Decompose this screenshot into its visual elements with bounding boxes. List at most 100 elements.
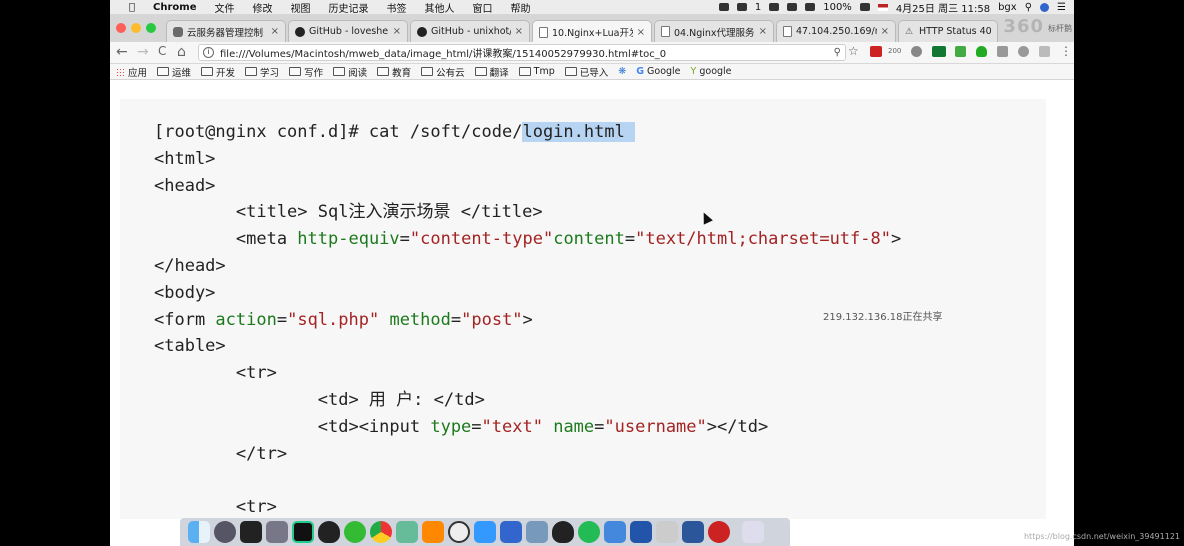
forward-button[interactable]: → [137, 44, 149, 60]
menu-kebab-icon[interactable]: ⋮ [1060, 44, 1072, 58]
url-text[interactable]: file:///Volumes/Macintosh/mweb_data/imag… [220, 45, 666, 60]
wechat-icon[interactable] [344, 521, 366, 543]
bookmark-folder-public-cloud[interactable]: 公有云 [421, 65, 465, 79]
bookmark-folder-study[interactable]: 学习 [245, 65, 279, 79]
tab-ip-address[interactable]: 47.104.250.169/m × [776, 20, 896, 42]
bookmark-folder-imported[interactable]: 已导入 [564, 65, 608, 79]
siri-icon[interactable] [1040, 2, 1050, 12]
chrome-icon[interactable] [370, 521, 392, 543]
gear-icon: ❋ [618, 66, 627, 77]
extension-green-icon[interactable] [955, 46, 966, 57]
tab-cloud-console[interactable]: 云服务器管理控制 × [166, 20, 286, 42]
bookmark-folder-dev[interactable]: 开发 [201, 65, 235, 79]
mail-icon[interactable] [474, 521, 496, 543]
back-button[interactable]: ← [116, 44, 128, 60]
pycharm-icon[interactable] [292, 521, 314, 543]
wechat-icon[interactable] [578, 521, 600, 543]
menu-chrome[interactable]: Chrome [144, 2, 205, 13]
flag-icon[interactable] [877, 3, 888, 11]
blog-watermark: https://blog.csdn.net/weixin_39491121 [1023, 532, 1180, 541]
sublime-icon[interactable] [422, 521, 444, 543]
bookmark-folder-tmp[interactable]: Tmp [518, 66, 555, 77]
home-button[interactable]: ⌂ [177, 44, 186, 60]
menu-file[interactable]: 文件 [205, 0, 243, 15]
word-icon[interactable] [682, 521, 704, 543]
bookmark-gear[interactable]: ❋ [618, 66, 626, 77]
bookmark-folder-writing[interactable]: 写作 [289, 65, 323, 79]
bookmark-folder-ops[interactable]: 运维 [157, 65, 191, 79]
bookmark-google[interactable]: G Google [636, 66, 680, 77]
xcode-icon[interactable] [500, 521, 522, 543]
app-icon[interactable] [656, 521, 678, 543]
terminal-icon[interactable] [240, 521, 262, 543]
app-icon[interactable] [630, 521, 652, 543]
extension-gear-icon[interactable] [1018, 46, 1029, 57]
minimize-window-button[interactable] [131, 23, 141, 33]
menu-window[interactable]: 窗口 [463, 0, 501, 15]
extension-download-icon[interactable] [997, 46, 1008, 57]
red-icon[interactable] [708, 521, 730, 543]
code-line-8: <form action="sql.php" method="post"> [154, 309, 533, 330]
bookmark-folder-education[interactable]: 教育 [377, 65, 411, 79]
tray-cloud-icon[interactable] [769, 3, 780, 11]
menu-people[interactable]: 其他人 [415, 0, 463, 15]
extension-badge[interactable]: 200 [888, 47, 901, 55]
menu-clock[interactable]: 4月25日 周三 11:58 [896, 0, 990, 15]
notification-center-icon[interactable]: ☰ [1057, 2, 1066, 13]
close-window-button[interactable] [116, 23, 126, 33]
launchpad-icon[interactable] [214, 521, 236, 543]
battery-icon[interactable] [859, 3, 870, 11]
bookmark-folder-reading[interactable]: 阅读 [333, 65, 367, 79]
apps-grid-icon [116, 67, 124, 76]
close-tab-icon[interactable]: × [637, 27, 645, 38]
spotlight-icon[interactable]: ⚲ [1025, 2, 1032, 13]
cloud-icon [173, 26, 183, 37]
app-icon[interactable] [604, 521, 626, 543]
tab-nginx-proxy[interactable]: 04.Nginx代理服务 × [654, 20, 774, 42]
bookmark-apps[interactable]: 应用 [116, 65, 147, 79]
bookmark-google-yahoo[interactable]: Ygoogle [691, 66, 732, 77]
folder-icon[interactable] [526, 521, 548, 543]
extension-bw-icon[interactable] [932, 46, 946, 57]
extension-grey-icon[interactable] [911, 46, 922, 57]
preview-icon[interactable] [266, 521, 288, 543]
menu-bookmarks[interactable]: 书签 [377, 0, 415, 15]
menu-help[interactable]: 帮助 [501, 0, 539, 15]
tab-github-loveshell[interactable]: GitHub - loveshell × [288, 20, 408, 42]
close-tab-icon[interactable]: × [759, 26, 767, 37]
bookmark-folder-translate[interactable]: 翻译 [474, 65, 509, 79]
extension-shield-icon[interactable] [976, 46, 987, 57]
address-bar[interactable]: i file:///Volumes/Macintosh/mweb_data/im… [198, 44, 846, 61]
code-line-12: <td><input type="text" name="username"><… [154, 416, 769, 437]
app-icon[interactable] [448, 521, 470, 543]
info-icon[interactable]: i [203, 47, 214, 58]
tab-http-404[interactable]: ⚠ HTTP Status 404 [898, 20, 998, 42]
menu-history[interactable]: 历史记录 [319, 0, 377, 15]
tray-airplay-icon[interactable] [805, 3, 816, 11]
battery-percentage[interactable]: 100% [823, 2, 852, 13]
tray-wifi-icon[interactable] [787, 3, 798, 11]
close-tab-icon[interactable]: × [393, 26, 401, 37]
menu-edit[interactable]: 修改 [243, 0, 281, 15]
close-tab-icon[interactable]: × [271, 26, 279, 37]
tray-camera-icon[interactable] [718, 3, 729, 11]
bookmark-star-icon[interactable]: ☆ [848, 44, 859, 58]
maximize-window-button[interactable] [146, 23, 156, 33]
zoom-icon[interactable]: ⚲ [834, 47, 841, 58]
finder-icon[interactable] [188, 521, 210, 543]
reload-button[interactable]: C [158, 44, 166, 58]
menu-view[interactable]: 视图 [281, 0, 319, 15]
trash-icon[interactable] [742, 521, 764, 543]
tab-nginx-lua-active[interactable]: 10.Nginx+Lua开发 × [532, 20, 652, 43]
close-tab-icon[interactable]: × [515, 26, 523, 37]
maps-icon[interactable] [396, 521, 418, 543]
extension-red-icon[interactable] [870, 46, 882, 57]
qq-icon[interactable] [318, 521, 340, 543]
tab-github-unixhot[interactable]: GitHub - unixhot/ × [410, 20, 530, 42]
apple-icon[interactable]:  [120, 2, 144, 13]
menu-user[interactable]: bgx [998, 2, 1017, 13]
qq-icon[interactable] [552, 521, 574, 543]
close-tab-icon[interactable]: × [881, 26, 889, 37]
extension-misc-icon[interactable] [1039, 46, 1050, 57]
tray-qq-icon[interactable] [736, 3, 747, 11]
